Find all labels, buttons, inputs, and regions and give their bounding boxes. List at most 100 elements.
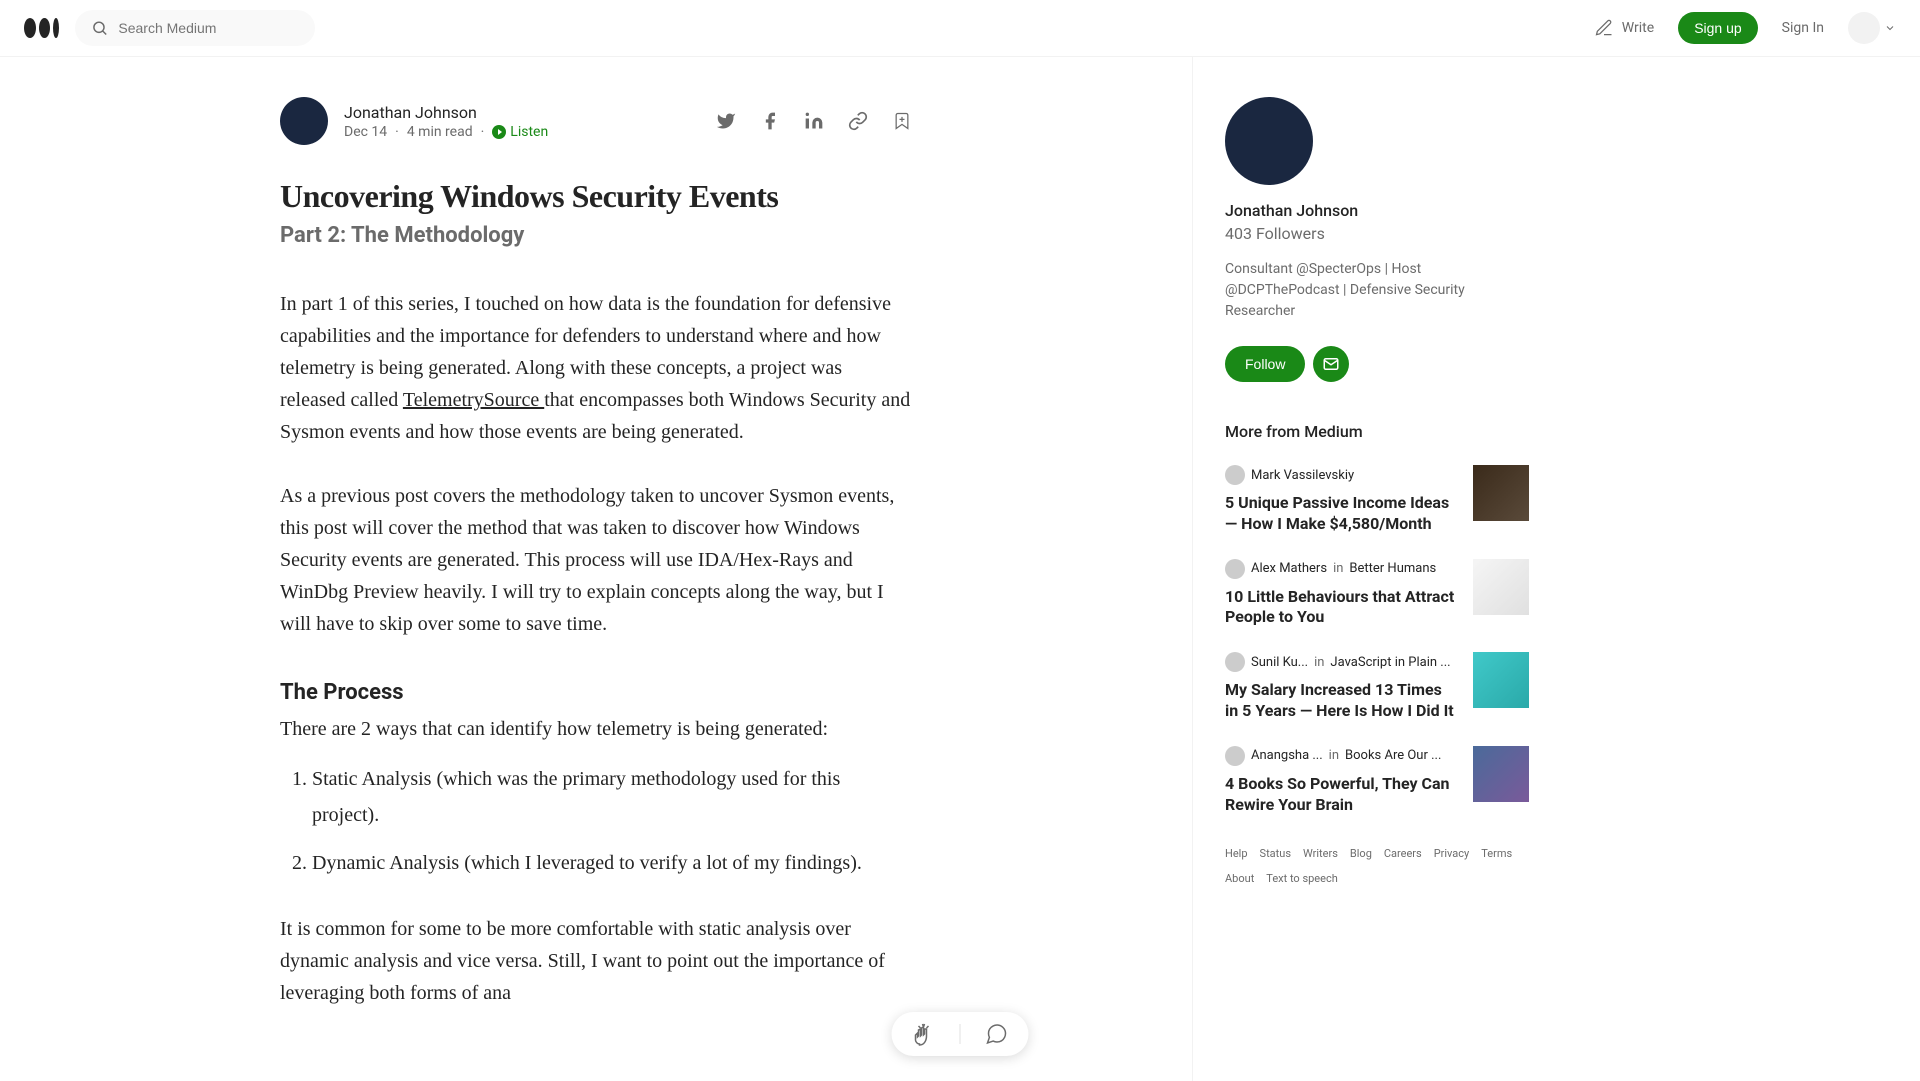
more-in-label: in	[1333, 561, 1343, 576]
more-item[interactable]: Sunil Ku... in JavaScript in Plain ... M…	[1225, 652, 1529, 722]
article-header: Jonathan Johnson Dec 14 · 4 min read · L…	[280, 97, 912, 145]
author-info: Jonathan Johnson Dec 14 · 4 min read · L…	[280, 97, 548, 145]
more-publication: JavaScript in Plain ...	[1330, 655, 1450, 670]
listen-button[interactable]: Listen	[492, 124, 548, 140]
author-details: Jonathan Johnson Dec 14 · 4 min read · L…	[344, 103, 548, 140]
sidebar-bio: Consultant @SpecterOps | Host @DCPThePod…	[1225, 259, 1529, 322]
sidebar-author-avatar[interactable]	[1225, 97, 1313, 185]
list-item: Dynamic Analysis (which I leveraged to v…	[312, 845, 912, 881]
linkedin-icon[interactable]	[804, 111, 824, 131]
sidebar-author-name[interactable]: Jonathan Johnson	[1225, 201, 1529, 220]
notify-button[interactable]	[1313, 346, 1349, 382]
more-author: Alex Mathers	[1251, 561, 1327, 576]
more-publication: Better Humans	[1349, 561, 1436, 576]
more-from-medium-heading: More from Medium	[1225, 422, 1529, 441]
more-author: Anangsha ...	[1251, 748, 1323, 763]
sidebar-followers[interactable]: 403 Followers	[1225, 224, 1529, 243]
meta-separator: ·	[481, 124, 485, 140]
author-avatar[interactable]	[280, 97, 328, 145]
footer-link-status[interactable]: Status	[1260, 847, 1291, 860]
float-divider	[960, 1024, 961, 1044]
read-time: 4 min read	[407, 124, 473, 140]
more-byline: Sunil Ku... in JavaScript in Plain ...	[1225, 652, 1457, 672]
more-item[interactable]: Anangsha ... in Books Are Our ... 4 Book…	[1225, 746, 1529, 816]
article-date: Dec 14	[344, 124, 387, 140]
footer-link-blog[interactable]: Blog	[1350, 847, 1372, 860]
link-icon[interactable]	[848, 111, 868, 131]
author-name[interactable]: Jonathan Johnson	[344, 103, 548, 122]
article-meta: Dec 14 · 4 min read · Listen	[344, 124, 548, 140]
more-title: 4 Books So Powerful, They Can Rewire You…	[1225, 774, 1457, 816]
search-icon	[91, 18, 108, 38]
write-button[interactable]: Write	[1594, 18, 1654, 38]
comment-icon[interactable]	[985, 1022, 1009, 1046]
analysis-list: Static Analysis (which was the primary m…	[312, 761, 912, 881]
more-in-label: in	[1314, 655, 1324, 670]
header-left	[24, 10, 315, 46]
more-title: My Salary Increased 13 Times in 5 Years …	[1225, 680, 1457, 722]
telemetry-source-link[interactable]: TelemetrySource	[403, 389, 544, 411]
listen-label: Listen	[510, 124, 548, 140]
play-icon	[492, 125, 506, 139]
footer-link-privacy[interactable]: Privacy	[1434, 847, 1470, 860]
footer-link-help[interactable]: Help	[1225, 847, 1248, 860]
footer-link-careers[interactable]: Careers	[1384, 847, 1422, 860]
sidebar: Jonathan Johnson 403 Followers Consultan…	[1193, 57, 1561, 1081]
facebook-icon[interactable]	[760, 111, 780, 131]
sidebar-actions: Follow	[1225, 346, 1529, 382]
paragraph-2: As a previous post covers the methodolog…	[280, 480, 912, 640]
more-title: 10 Little Behaviours that Attract People…	[1225, 587, 1457, 629]
more-author-avatar	[1225, 746, 1245, 766]
user-avatar	[1848, 12, 1880, 44]
write-icon	[1594, 18, 1614, 38]
article: Jonathan Johnson Dec 14 · 4 min read · L…	[256, 97, 936, 1009]
more-publication: Books Are Our ...	[1345, 748, 1441, 763]
search-input[interactable]	[118, 20, 299, 36]
write-label: Write	[1622, 20, 1654, 36]
more-item[interactable]: Alex Mathers in Better Humans 10 Little …	[1225, 559, 1529, 629]
footer-link-tts[interactable]: Text to speech	[1266, 872, 1337, 885]
list-item: Static Analysis (which was the primary m…	[312, 761, 912, 833]
footer-links: Help Status Writers Blog Careers Privacy…	[1225, 847, 1529, 885]
share-icons	[716, 111, 912, 131]
more-author-avatar	[1225, 559, 1245, 579]
paragraph-4: It is common for some to be more comfort…	[280, 913, 912, 1009]
more-byline: Anangsha ... in Books Are Our ...	[1225, 746, 1457, 766]
follow-button[interactable]: Follow	[1225, 346, 1305, 382]
more-thumbnail	[1473, 652, 1529, 708]
more-author: Mark Vassilevskiy	[1251, 468, 1354, 483]
floating-action-bar	[892, 1012, 1029, 1056]
more-item[interactable]: Mark Vassilevskiy 5 Unique Passive Incom…	[1225, 465, 1529, 535]
signup-button[interactable]: Sign up	[1678, 12, 1757, 44]
meta-separator: ·	[395, 124, 399, 140]
chevron-down-icon	[1884, 22, 1896, 34]
more-author-avatar	[1225, 465, 1245, 485]
more-byline: Alex Mathers in Better Humans	[1225, 559, 1457, 579]
more-thumbnail	[1473, 559, 1529, 615]
signin-button[interactable]: Sign In	[1782, 20, 1824, 36]
avatar-dropdown[interactable]	[1848, 12, 1896, 44]
twitter-icon[interactable]	[716, 111, 736, 131]
footer-link-terms[interactable]: Terms	[1481, 847, 1512, 860]
footer-link-writers[interactable]: Writers	[1303, 847, 1338, 860]
header-right: Write Sign up Sign In	[1594, 12, 1896, 44]
paragraph-3: There are 2 ways that can identify how t…	[280, 713, 912, 745]
header: Write Sign up Sign In	[0, 0, 1920, 57]
more-author-avatar	[1225, 652, 1245, 672]
search-box[interactable]	[75, 10, 315, 46]
more-thumbnail	[1473, 746, 1529, 802]
more-title: 5 Unique Passive Income Ideas — How I Ma…	[1225, 493, 1457, 535]
medium-logo[interactable]	[24, 18, 59, 38]
more-thumbnail	[1473, 465, 1529, 521]
footer-link-about[interactable]: About	[1225, 872, 1254, 885]
article-title: Uncovering Windows Security Events	[280, 177, 912, 215]
more-in-label: in	[1329, 748, 1339, 763]
more-author: Sunil Ku...	[1251, 655, 1308, 670]
more-byline: Mark Vassilevskiy	[1225, 465, 1457, 485]
article-subtitle: Part 2: The Methodology	[280, 223, 912, 248]
paragraph-1: In part 1 of this series, I touched on h…	[280, 288, 912, 448]
section-heading: The Process	[280, 680, 912, 705]
container: Jonathan Johnson Dec 14 · 4 min read · L…	[0, 57, 1920, 1081]
bookmark-icon[interactable]	[892, 111, 912, 131]
clap-icon[interactable]	[912, 1022, 936, 1046]
